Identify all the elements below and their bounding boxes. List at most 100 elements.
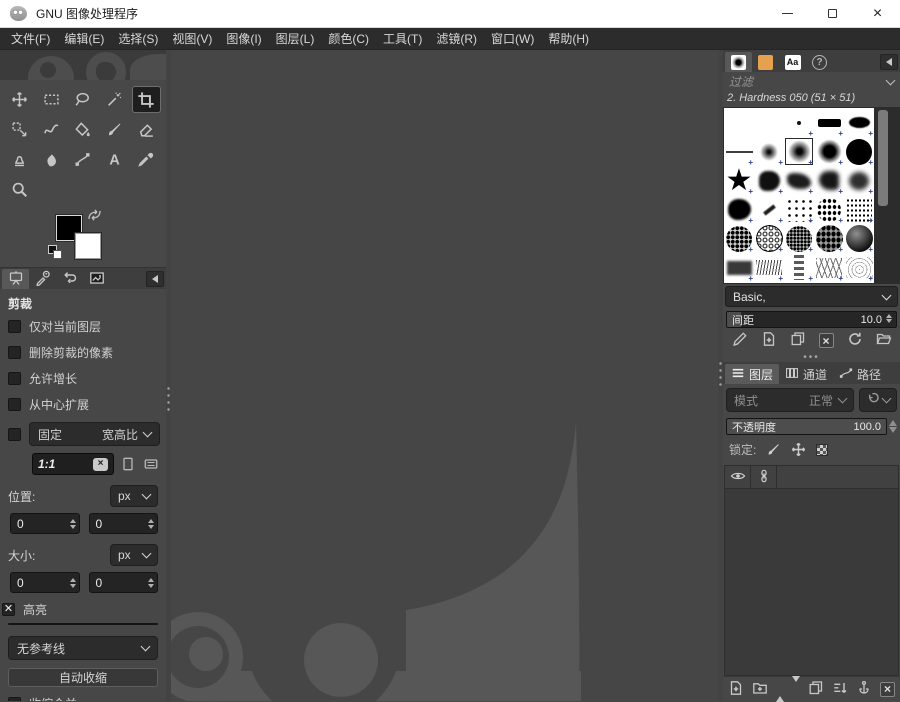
spin-buttons[interactable] xyxy=(148,577,157,588)
tool-crop[interactable] xyxy=(131,86,161,113)
default-colors-icon[interactable] xyxy=(48,245,62,259)
dock-resize-handle[interactable]: ••• xyxy=(723,352,900,362)
brush-scrollbar[interactable] xyxy=(876,108,890,283)
tab-undo-history[interactable] xyxy=(56,269,83,289)
menu-item[interactable]: 帮助(H) xyxy=(541,27,596,50)
guides-dropdown[interactable]: 无参考线 xyxy=(8,636,158,660)
checkbox[interactable] xyxy=(8,320,21,333)
tool-unified-transform[interactable] xyxy=(5,116,34,143)
clear-icon[interactable]: × xyxy=(93,457,108,471)
tool-fuzzy-select[interactable] xyxy=(100,86,129,113)
new-layer-group-button[interactable] xyxy=(752,680,768,699)
menu-item[interactable]: 视图(V) xyxy=(165,27,219,50)
duplicate-layer-button[interactable] xyxy=(808,680,824,699)
layers-dock-tab[interactable]: 路径 xyxy=(833,364,887,384)
menu-item[interactable]: 编辑(E) xyxy=(57,27,111,50)
maximize-button[interactable] xyxy=(810,0,855,27)
dock-menu-button[interactable] xyxy=(880,54,898,70)
brush-swatch[interactable] xyxy=(754,195,784,225)
option-delete-cropped-pixels[interactable]: 删除剪裁的像素 xyxy=(8,344,160,361)
lock-pixels-button[interactable] xyxy=(766,442,781,457)
brush-swatch[interactable] xyxy=(724,253,754,283)
menu-item[interactable]: 文件(F) xyxy=(4,27,57,50)
checkbox[interactable] xyxy=(8,372,21,385)
lock-position-button[interactable] xyxy=(791,442,806,457)
checkbox[interactable] xyxy=(8,346,21,359)
option-current-layer-only[interactable]: 仅对当前图层 xyxy=(8,318,160,335)
layers-dock-tab[interactable]: 图层 xyxy=(725,364,780,384)
brush-swatch[interactable] xyxy=(724,195,754,225)
refresh-brushes-button[interactable] xyxy=(847,331,863,350)
minimize-button[interactable] xyxy=(765,0,810,27)
tab-document-history[interactable]: ? xyxy=(806,52,833,72)
brush-swatch[interactable] xyxy=(724,137,754,167)
tool-paths[interactable] xyxy=(68,146,97,173)
tab-tool-options[interactable] xyxy=(2,269,29,289)
menu-item[interactable]: 工具(T) xyxy=(376,27,429,50)
new-layer-button[interactable] xyxy=(728,680,744,699)
fixed-checkbox[interactable] xyxy=(8,427,21,441)
brush-group-dropdown[interactable]: Basic, xyxy=(725,286,898,307)
tab-patterns[interactable] xyxy=(752,52,779,72)
tool-zoom[interactable] xyxy=(5,176,34,203)
position-x-input[interactable]: 0 xyxy=(10,513,80,534)
close-button[interactable]: × xyxy=(855,0,900,27)
option-shrink-merged[interactable]: 收缩合并 xyxy=(8,695,160,701)
right-splitter[interactable] xyxy=(718,50,723,701)
tool-rectangle-select[interactable] xyxy=(37,86,66,113)
brush-swatch[interactable] xyxy=(814,166,844,196)
brush-swatch[interactable] xyxy=(784,195,814,225)
tab-fonts[interactable]: Aa xyxy=(779,52,806,72)
menu-item[interactable]: 滤镜(R) xyxy=(429,27,484,50)
tool-paintbrush[interactable] xyxy=(100,116,129,143)
tab-brushes[interactable] xyxy=(725,52,752,72)
brush-swatch[interactable] xyxy=(814,108,844,138)
brush-swatch[interactable] xyxy=(724,108,754,137)
tool-text[interactable]: A xyxy=(100,146,129,173)
merge-layer-button[interactable] xyxy=(832,680,848,699)
brush-swatch[interactable] xyxy=(754,108,784,137)
spin-buttons[interactable] xyxy=(886,314,895,323)
new-brush-button[interactable] xyxy=(761,331,777,350)
edit-brush-button[interactable] xyxy=(732,331,748,350)
layer-mode-dropdown[interactable]: 模式 正常 xyxy=(726,388,854,412)
highlight-checkbox[interactable]: ✕ xyxy=(2,603,15,616)
duplicate-brush-button[interactable] xyxy=(790,331,806,350)
scrollbar-thumb[interactable] xyxy=(878,110,888,206)
aspect-ratio-input[interactable]: 1:1 × xyxy=(32,453,114,475)
option-expand-from-center[interactable]: 从中心扩展 xyxy=(8,396,160,413)
auto-shrink-button[interactable]: 自动收缩 xyxy=(8,668,158,687)
size-height-input[interactable]: 0 xyxy=(88,572,158,593)
lock-alpha-button[interactable] xyxy=(816,443,829,456)
tool-smudge[interactable] xyxy=(37,146,66,173)
landscape-orientation-button[interactable] xyxy=(142,455,160,473)
brush-swatch[interactable] xyxy=(784,224,814,254)
brush-swatch[interactable] xyxy=(754,253,784,283)
brush-swatch[interactable] xyxy=(724,166,754,196)
checkbox[interactable] xyxy=(8,398,21,411)
brush-swatch[interactable] xyxy=(754,224,784,254)
brush-swatch[interactable] xyxy=(844,166,874,196)
layer-list[interactable] xyxy=(724,489,899,676)
brush-swatch[interactable] xyxy=(814,137,844,167)
option-highlight[interactable]: ✕ 高亮 xyxy=(2,601,160,618)
checkbox[interactable] xyxy=(8,697,21,701)
brush-swatch[interactable] xyxy=(754,137,784,167)
mode-switch-button[interactable] xyxy=(859,388,897,412)
brush-filter-input[interactable]: 过滤 xyxy=(723,72,900,91)
delete-brush-button[interactable]: × xyxy=(818,333,834,348)
menu-item[interactable]: 图层(L) xyxy=(269,27,322,50)
position-unit-dropdown[interactable]: px xyxy=(110,485,158,507)
layer-opacity-slider[interactable]: 不透明度 100.0 xyxy=(726,418,887,435)
tab-images[interactable] xyxy=(83,269,110,289)
brush-swatch[interactable] xyxy=(844,108,874,138)
raise-layer-button[interactable] xyxy=(776,682,784,702)
brush-swatch[interactable] xyxy=(844,224,874,254)
spin-buttons[interactable] xyxy=(148,518,157,529)
brush-swatch[interactable] xyxy=(784,166,814,196)
anchor-layer-button[interactable] xyxy=(856,680,872,699)
brush-swatch[interactable] xyxy=(844,195,874,225)
option-allow-growing[interactable]: 允许增长 xyxy=(8,370,160,387)
brush-swatch[interactable] xyxy=(784,137,814,167)
brush-swatch[interactable] xyxy=(814,253,844,283)
